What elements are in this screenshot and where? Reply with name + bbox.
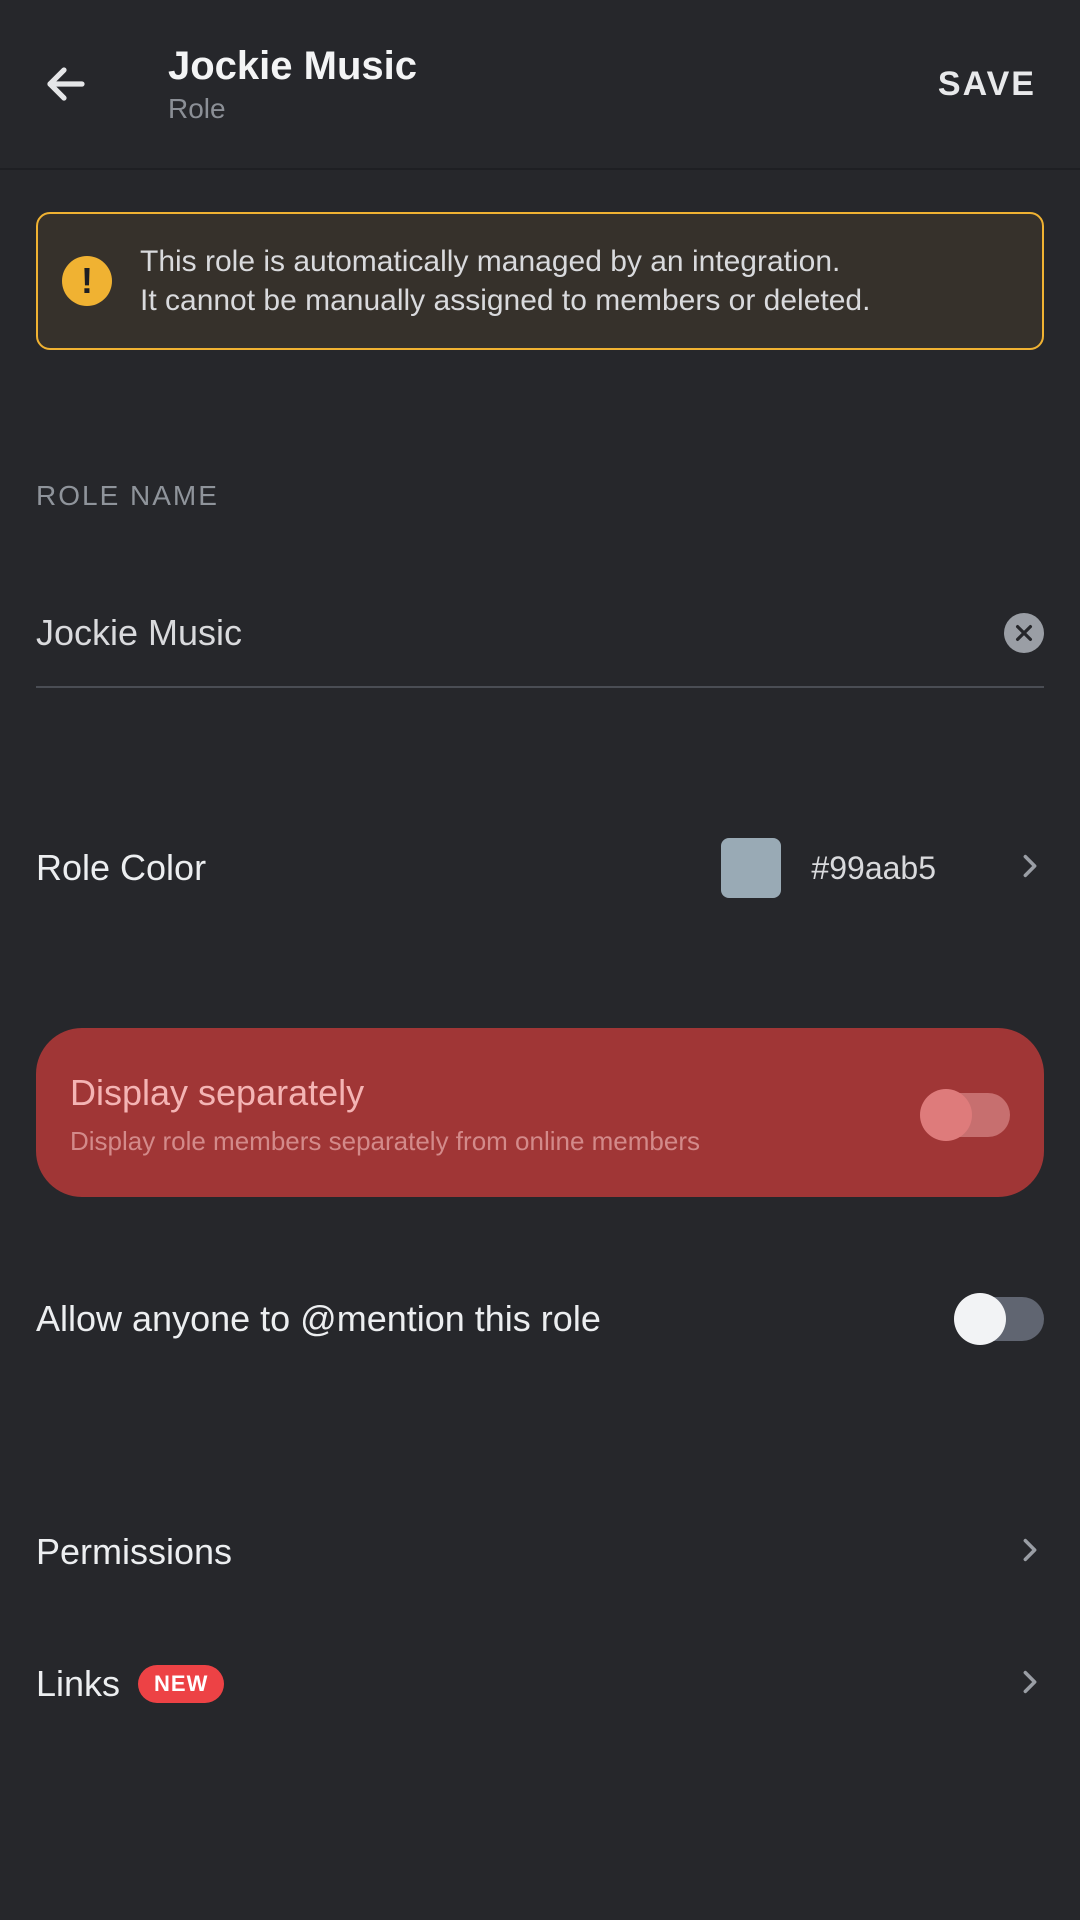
role-name-input[interactable] [36, 612, 1004, 654]
back-button[interactable] [36, 54, 96, 114]
page-title: Jockie Music [168, 44, 938, 89]
display-separately-card: Display separately Display role members … [36, 1028, 1044, 1197]
chevron-right-icon [1016, 1668, 1044, 1696]
new-badge: NEW [138, 1665, 224, 1703]
display-separately-title: Display separately [70, 1072, 924, 1114]
display-separately-toggle[interactable] [924, 1093, 1010, 1137]
notice-line2: It cannot be manually assigned to member… [140, 284, 870, 317]
display-separately-description: Display role members separately from onl… [70, 1126, 924, 1157]
warning-icon: ! [62, 256, 112, 306]
chevron-right-icon [1016, 1536, 1044, 1564]
save-button[interactable]: SAVE [938, 65, 1044, 104]
role-color-swatch [721, 838, 781, 898]
integration-notice: ! This role is automatically managed by … [36, 212, 1044, 350]
chevron-right-icon [1016, 852, 1044, 880]
mention-row: Allow anyone to @mention this role [36, 1297, 1044, 1341]
notice-text: This role is automatically managed by an… [140, 242, 870, 320]
header: Jockie Music Role SAVE [0, 0, 1080, 170]
links-row[interactable]: Links NEW [36, 1663, 1044, 1705]
role-color-row[interactable]: Role Color #99aab5 [36, 838, 1044, 898]
close-icon [1013, 622, 1035, 644]
arrow-left-icon [42, 60, 90, 108]
role-color-label: Role Color [36, 847, 721, 889]
permissions-label: Permissions [36, 1531, 936, 1573]
role-name-section-label: ROLE NAME [36, 480, 1044, 512]
links-label: Links [36, 1663, 120, 1705]
mention-label: Allow anyone to @mention this role [36, 1298, 958, 1340]
clear-input-button[interactable] [1004, 613, 1044, 653]
permissions-row[interactable]: Permissions [36, 1531, 1044, 1573]
role-name-input-row [36, 612, 1044, 688]
title-block: Jockie Music Role [168, 44, 938, 125]
mention-toggle[interactable] [958, 1297, 1044, 1341]
page-subtitle: Role [168, 93, 938, 125]
role-color-hex: #99aab5 [811, 850, 936, 887]
notice-line1: This role is automatically managed by an… [140, 245, 840, 278]
